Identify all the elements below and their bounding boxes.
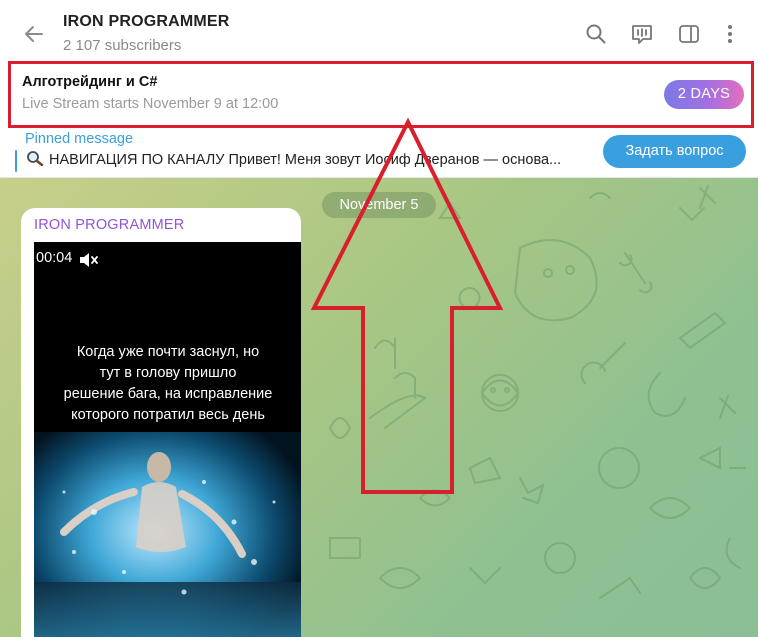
pinned-message-bar[interactable]: Pinned message НАВИГАЦИЯ ПО КАНАЛУ Приве… bbox=[0, 128, 758, 178]
pinned-preview: НАВИГАЦИЯ ПО КАНАЛУ Привет! Меня зовут И… bbox=[25, 150, 590, 168]
countdown-badge[interactable]: 2 DAYS bbox=[664, 80, 744, 109]
video-timestamp: 00:04 bbox=[36, 250, 73, 266]
arrow-left-icon[interactable] bbox=[20, 20, 48, 48]
message-bubble[interactable]: IRON PROGRAMMER 00:04 Когда уже почти за… bbox=[21, 208, 301, 637]
video-caption: Когда уже почти заснул, но тут в голову … bbox=[63, 344, 273, 423]
live-stream-schedule: Live Stream starts November 9 at 12:00 bbox=[22, 96, 279, 112]
pinned-text: НАВИГАЦИЯ ПО КАНАЛУ Привет! Меня зовут И… bbox=[49, 152, 562, 168]
video-player[interactable]: 00:04 Когда уже почти заснул, но тут в г… bbox=[34, 242, 301, 637]
more-vertical-icon[interactable] bbox=[718, 22, 742, 46]
live-stream-bar[interactable]: Алготрейдинг и C# Live Stream starts Nov… bbox=[0, 62, 758, 128]
date-separator: November 5 bbox=[322, 192, 436, 218]
ask-question-button[interactable]: Задать вопрос bbox=[603, 135, 746, 168]
chat-area[interactable]: November 5 IRON PROGRAMMER 00:04 Когда у… bbox=[0, 178, 758, 637]
live-stream-title: Алготрейдинг и C# bbox=[22, 74, 158, 90]
pinned-label: Pinned message bbox=[25, 131, 134, 147]
video-frame-image bbox=[34, 432, 301, 637]
channel-title[interactable]: IRON PROGRAMMER bbox=[63, 13, 230, 31]
sidebar-toggle-icon[interactable] bbox=[677, 22, 701, 46]
muted-speaker-icon[interactable] bbox=[78, 251, 100, 269]
live-stream-icon[interactable] bbox=[630, 22, 654, 46]
message-author[interactable]: IRON PROGRAMMER bbox=[34, 217, 184, 233]
search-icon[interactable] bbox=[584, 22, 608, 46]
magnifier-emoji-icon bbox=[27, 151, 44, 166]
chat-header: IRON PROGRAMMER 2 107 subscribers bbox=[0, 0, 758, 62]
subscriber-count: 2 107 subscribers bbox=[63, 37, 182, 54]
pinned-indicator bbox=[15, 150, 17, 172]
